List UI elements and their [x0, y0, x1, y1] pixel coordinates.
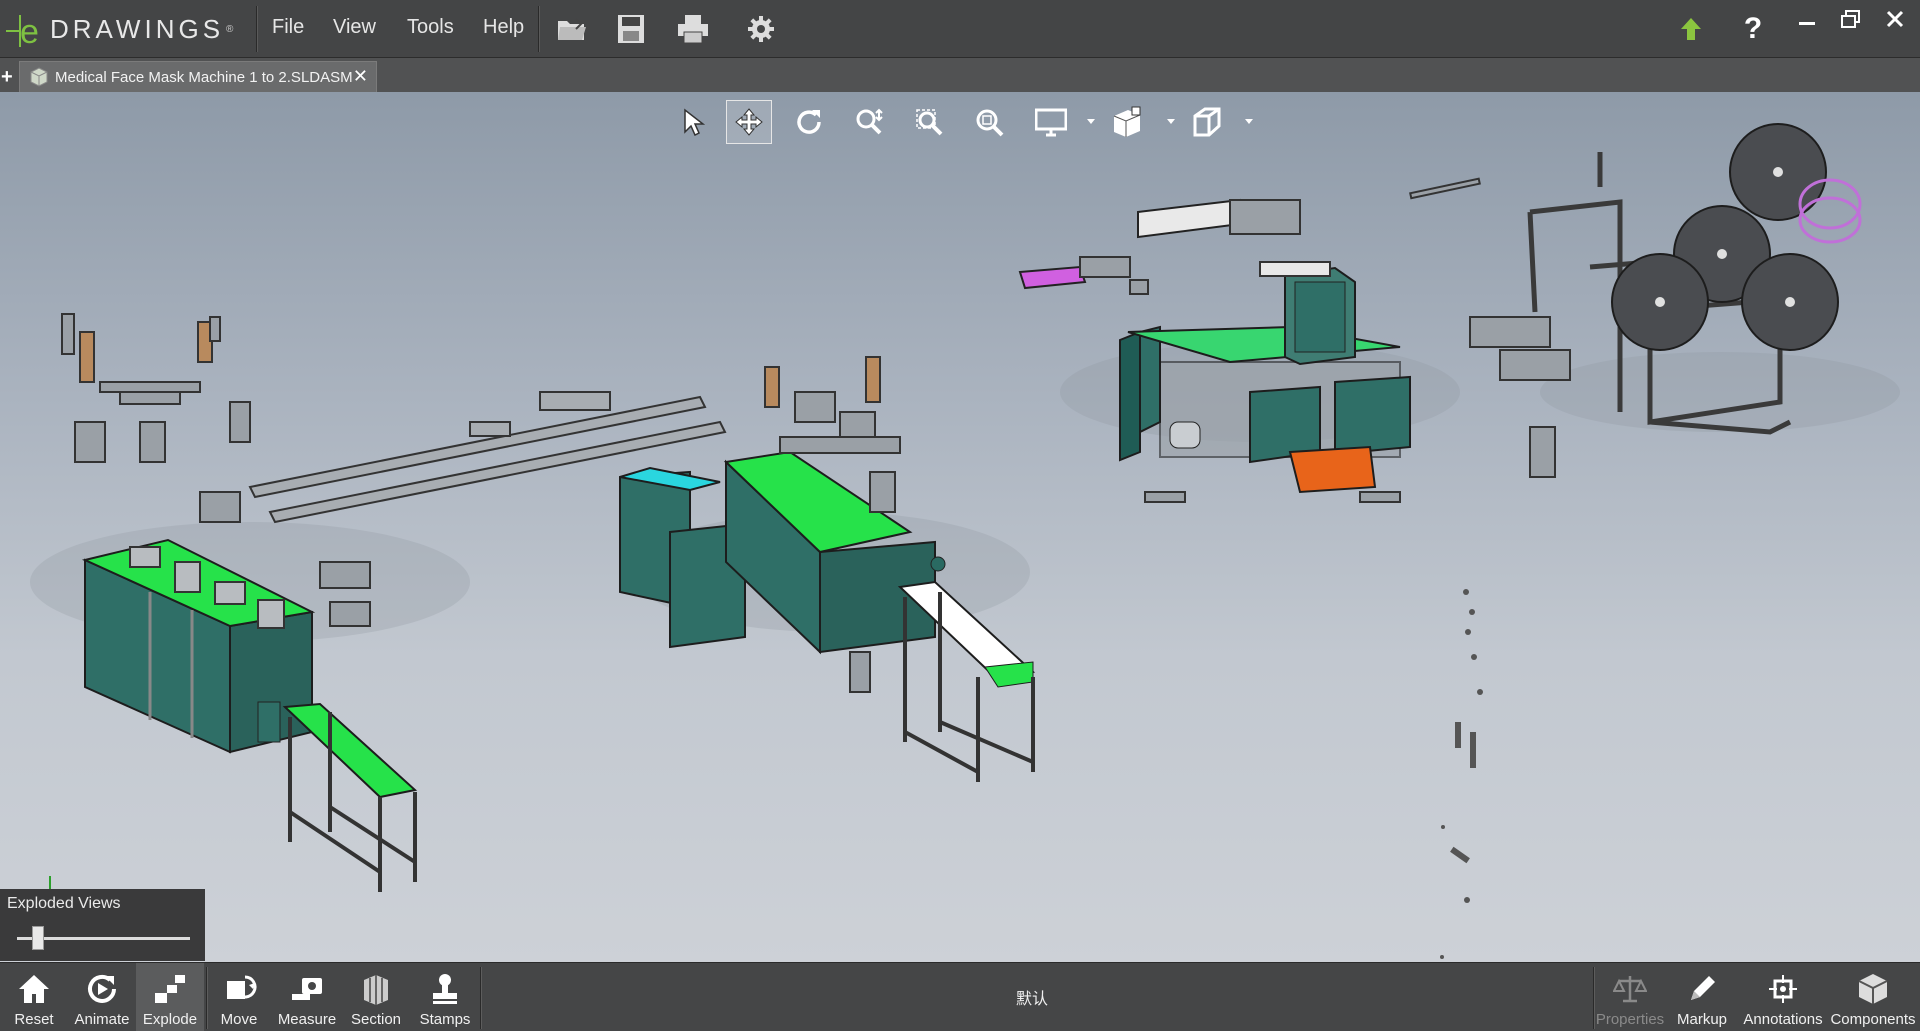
menu-divider — [538, 6, 540, 52]
restore-icon[interactable] — [1832, 4, 1870, 34]
reset-label: Reset — [14, 1011, 54, 1028]
brand-name: DRAWINGS — [50, 13, 225, 44]
markup-label: Markup — [1676, 1011, 1728, 1028]
exploded-assembly-model[interactable] — [0, 92, 1920, 962]
assembly-file-icon — [30, 67, 48, 87]
reset-button[interactable]: Reset — [0, 963, 68, 1031]
model-viewport[interactable] — [0, 92, 1920, 962]
move-button[interactable]: Move — [205, 963, 273, 1031]
bottom-toolbar: Reset Animate Explode Move Measure Secti… — [0, 962, 1920, 1031]
explode-icon — [150, 971, 190, 1007]
close-tab-icon[interactable]: ✕ — [353, 66, 368, 87]
properties-label: Properties — [1595, 1011, 1665, 1028]
scales-icon — [1610, 971, 1650, 1007]
measure-icon — [287, 971, 327, 1007]
toolbar-divider — [1593, 967, 1595, 1029]
logo-mark-icon: e — [6, 13, 39, 49]
components-button[interactable]: Components — [1830, 963, 1916, 1031]
components-label: Components — [1830, 1011, 1916, 1028]
annotations-button[interactable]: Annotations — [1743, 963, 1823, 1031]
annotations-label: Annotations — [1743, 1011, 1823, 1028]
document-tab-title: Medical Face Mask Machine 1 to 2.SLDASM — [55, 68, 353, 86]
stamps-button[interactable]: Stamps — [411, 963, 479, 1031]
title-bar: e DRAWINGS ® File View Tools Help ? — [0, 0, 1920, 58]
menu-view[interactable]: View — [333, 16, 376, 39]
animate-icon — [82, 971, 122, 1007]
annotations-icon — [1763, 971, 1803, 1007]
configuration-name: 默认 — [1016, 991, 1049, 1008]
section-label: Section — [350, 1011, 402, 1028]
animate-button[interactable]: Animate — [68, 963, 136, 1031]
move-component-icon — [219, 971, 259, 1007]
menu-file[interactable]: File — [272, 16, 304, 39]
document-tab-bar: + Medical Face Mask Machine 1 to 2.SLDAS… — [0, 58, 1920, 93]
home-icon — [14, 971, 54, 1007]
right-machine — [1018, 177, 1571, 503]
upgrade-arrow-icon[interactable] — [1672, 10, 1710, 48]
animate-label: Animate — [74, 1011, 130, 1028]
new-tab-plus-icon[interactable]: + — [1, 66, 13, 89]
explode-button[interactable]: Explode — [136, 963, 204, 1031]
pencil-icon — [1682, 971, 1722, 1007]
menu-help[interactable]: Help — [483, 16, 524, 39]
section-icon — [356, 971, 396, 1007]
save-icon[interactable] — [612, 10, 650, 48]
title-divider — [256, 6, 258, 52]
minimize-icon[interactable] — [1788, 4, 1826, 34]
menu-tools[interactable]: Tools — [407, 16, 454, 39]
toolbar-divider — [480, 967, 482, 1029]
section-button[interactable]: Section — [342, 963, 410, 1031]
measure-button[interactable]: Measure — [273, 963, 341, 1031]
exploded-views-title: Exploded Views — [7, 895, 121, 912]
brand-reg: ® — [226, 23, 234, 35]
edrawings-logo: e DRAWINGS ® — [6, 4, 254, 54]
explode-slider-handle[interactable] — [31, 926, 44, 950]
svg-text:e: e — [20, 13, 39, 49]
settings-gear-icon[interactable] — [742, 10, 780, 48]
exploded-views-panel: Exploded Views — [0, 889, 205, 961]
properties-button[interactable]: Properties — [1596, 963, 1664, 1031]
markup-button[interactable]: Markup — [1668, 963, 1736, 1031]
print-icon[interactable] — [674, 10, 712, 48]
explode-label: Explode — [142, 1011, 198, 1028]
components-cube-icon — [1853, 971, 1893, 1007]
move-label: Move — [220, 1011, 258, 1028]
help-icon[interactable]: ? — [1734, 10, 1772, 48]
open-file-icon[interactable] — [553, 10, 591, 48]
measure-label: Measure — [277, 1011, 337, 1028]
close-window-icon[interactable] — [1876, 4, 1914, 34]
stamp-icon — [425, 971, 465, 1007]
document-tab[interactable]: Medical Face Mask Machine 1 to 2.SLDASM … — [19, 61, 377, 92]
stamps-label: Stamps — [419, 1011, 471, 1028]
